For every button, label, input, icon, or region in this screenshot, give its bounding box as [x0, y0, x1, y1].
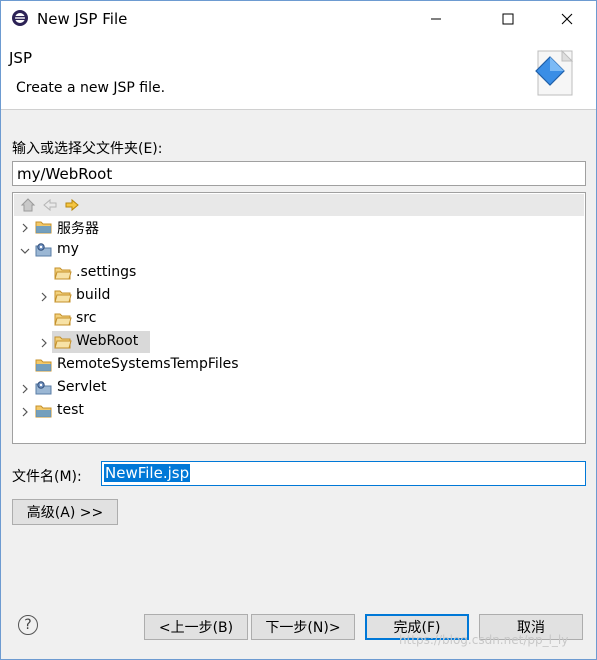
project-icon: [35, 380, 53, 396]
minimize-icon: [431, 18, 441, 20]
back-button[interactable]: <上一步(B): [144, 614, 248, 640]
tree-toolbar: [14, 194, 584, 216]
eclipse-app-icon: [11, 9, 29, 27]
wizard-banner: JSP Create a new JSP file.: [1, 37, 596, 110]
help-icon[interactable]: ?: [18, 615, 38, 635]
window-title: New JSP File: [37, 10, 128, 28]
close-button[interactable]: [544, 1, 590, 37]
next-button[interactable]: 下一步(N)>: [251, 614, 355, 640]
file-name-label: 文件名(M):: [12, 469, 82, 485]
tree-item-label: build: [76, 287, 111, 303]
close-icon: [561, 13, 573, 25]
folder-icon: [35, 357, 53, 373]
folder-icon: [54, 265, 72, 281]
home-icon[interactable]: [20, 197, 36, 217]
jsp-wizard-icon: [528, 43, 582, 107]
chevron-right-icon[interactable]: [19, 222, 31, 234]
folder-icon: [54, 334, 72, 350]
minimize-button[interactable]: [413, 1, 459, 37]
tree-item-label: WebRoot: [76, 333, 139, 349]
folder-icon: [35, 219, 53, 235]
file-name-input[interactable]: NewFile.jsp: [101, 461, 586, 486]
tree-item-label: .settings: [76, 264, 137, 280]
chevron-right-icon[interactable]: [19, 383, 31, 395]
new-jsp-file-dialog: New JSP File JSP Create a new JSP file. …: [0, 0, 597, 660]
folder-icon: [54, 311, 72, 327]
watermark-text: https://blog.csdn.net/pp_l_ly: [399, 633, 569, 647]
chevron-right-icon[interactable]: [38, 291, 50, 303]
advanced-button[interactable]: 高级(A) >>: [12, 499, 118, 525]
chevron-right-icon[interactable]: [19, 406, 31, 418]
tree-item-label: my: [57, 241, 79, 257]
maximize-icon: [502, 13, 514, 25]
file-name-selected-text: NewFile.jsp: [104, 464, 191, 482]
forward-arrow-icon[interactable]: [64, 197, 80, 217]
folder-tree[interactable]: 服务器 my .settings build src WebRoot Remot…: [12, 192, 586, 444]
parent-folder-label: 输入或选择父文件夹(E):: [12, 141, 163, 157]
folder-icon: [54, 288, 72, 304]
chevron-right-icon[interactable]: [38, 337, 50, 349]
back-arrow-icon[interactable]: [42, 197, 58, 217]
banner-title: JSP: [9, 49, 32, 67]
title-bar: New JSP File: [1, 1, 596, 37]
tree-item-label: 服务器: [57, 221, 99, 237]
folder-icon: [35, 403, 53, 419]
tree-item-label: test: [57, 402, 84, 418]
project-icon: [35, 242, 53, 258]
tree-item-label: src: [76, 310, 97, 326]
tree-item-label: RemoteSystemsTempFiles: [57, 356, 239, 372]
tree-item-label: Servlet: [57, 379, 107, 395]
chevron-down-icon[interactable]: [19, 245, 31, 257]
banner-description: Create a new JSP file.: [16, 80, 166, 96]
parent-folder-input[interactable]: my/WebRoot: [12, 161, 586, 186]
maximize-button[interactable]: [485, 1, 531, 37]
